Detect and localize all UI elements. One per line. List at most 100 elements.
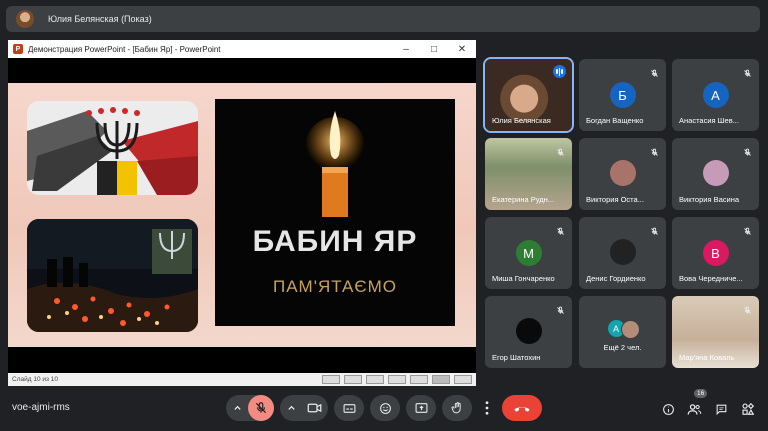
participant-tile[interactable]: Виктория Васина <box>672 138 759 210</box>
more-vert-icon <box>485 401 489 415</box>
camera-button[interactable] <box>301 402 327 414</box>
participant-name: Ещё 2 чел. <box>603 343 642 352</box>
avatar: В <box>702 240 729 266</box>
avatar: Б <box>609 82 636 108</box>
chat-icon <box>716 404 726 415</box>
chat-button[interactable] <box>710 398 732 420</box>
slideshow-icon[interactable] <box>454 375 472 384</box>
memorial-night-image <box>27 219 198 332</box>
info-icon <box>662 403 674 415</box>
raise-hand-button[interactable] <box>442 395 472 421</box>
present-icon <box>415 403 427 413</box>
meeting-info-button[interactable] <box>657 398 679 420</box>
sorter-view-icon[interactable] <box>410 375 428 384</box>
slide-counter: Слайд 10 из 10 <box>12 376 59 383</box>
end-call-icon <box>514 407 530 412</box>
mic-off-icon <box>556 302 565 314</box>
avatar <box>515 318 542 344</box>
close-icon[interactable]: ✕ <box>448 44 476 55</box>
participant-count-badge: 16 <box>694 389 708 398</box>
mic-off-button[interactable] <box>248 395 274 421</box>
participant-tile[interactable]: Юлия Белянская <box>483 57 574 133</box>
zoom-icon[interactable] <box>366 375 384 384</box>
participant-tile[interactable]: А Анастасия Шев... <box>672 59 759 131</box>
mic-off-icon <box>650 144 659 156</box>
speaking-indicator-icon <box>553 65 566 78</box>
powerpoint-icon: P <box>13 44 23 54</box>
participant-name: Вова Чередниче... <box>679 274 743 283</box>
participant-name: Виктория Васина <box>679 195 740 204</box>
participant-name: Виктория Оста... <box>586 195 644 204</box>
participant-name: Егор Шатохин <box>492 353 541 362</box>
leave-call-button[interactable] <box>502 395 542 421</box>
activities-icon <box>742 402 755 415</box>
mic-off-icon <box>650 223 659 235</box>
participant-tile[interactable]: Виктория Оста... <box>579 138 666 210</box>
participant-name: Денис Гордиенко <box>586 274 646 283</box>
avatar-group: А <box>607 320 640 339</box>
captions-button[interactable] <box>334 395 364 421</box>
present-button[interactable] <box>406 395 436 421</box>
emoji-button[interactable] <box>370 395 400 421</box>
slide-title: БАБИН ЯР <box>252 225 418 258</box>
reading-view-icon[interactable] <box>432 375 450 384</box>
chevron-up-icon[interactable] <box>226 395 248 421</box>
powerpoint-statusbar: Слайд 10 из 10 <box>8 373 476 386</box>
camera-icon <box>307 403 321 413</box>
mic-off-icon <box>556 223 565 235</box>
participant-name: Богдан Ващенко <box>586 116 644 125</box>
mic-off-icon <box>255 402 267 414</box>
presenter-avatar <box>16 10 34 28</box>
camera-control[interactable] <box>280 395 328 421</box>
mic-off-icon <box>743 302 752 314</box>
slide-viewport: БАБИН ЯР ПАМ'ЯТАЄМО <box>8 58 476 373</box>
participant-name: Миша Гончаренко <box>492 274 555 283</box>
hand-icon <box>451 402 461 414</box>
participant-tile[interactable]: М Миша Гончаренко <box>485 217 572 289</box>
mic-off-icon <box>743 65 752 77</box>
people-icon <box>687 403 701 415</box>
mic-off-icon <box>556 144 565 156</box>
mic-off-icon <box>743 223 752 235</box>
avatar: М <box>515 240 542 266</box>
mic-off-icon <box>743 144 752 156</box>
activities-button[interactable] <box>737 398 759 420</box>
participant-name: Анастасия Шев... <box>679 116 739 125</box>
avatar: А <box>702 82 729 108</box>
participant-tile[interactable]: Екатерина Рудн... <box>485 138 572 210</box>
more-options-button[interactable] <box>478 395 496 421</box>
normal-view-icon[interactable] <box>388 375 406 384</box>
participant-tile[interactable]: А Ещё 2 чел. <box>579 296 666 368</box>
meeting-code: voe-ajmi-rms <box>12 402 70 413</box>
participant-tile[interactable]: Б Богдан Ващенко <box>579 59 666 131</box>
avatar <box>609 160 636 186</box>
avatar <box>609 239 636 265</box>
avatar <box>702 160 729 186</box>
emoji-icon <box>379 402 391 414</box>
slide-subtitle: ПАМ'ЯТАЄМО <box>272 277 397 296</box>
maximize-icon[interactable]: □ <box>420 44 448 55</box>
people-button[interactable]: 16 <box>683 389 708 420</box>
window-title: Демонстрация PowerPoint - [Бабин Яр] - P… <box>28 44 221 54</box>
participant-tile[interactable]: Мар'яна Коваль <box>672 296 759 368</box>
candle-poster: БАБИН ЯР ПАМ'ЯТАЄМО <box>215 99 455 326</box>
menorah-hands-image <box>27 101 198 195</box>
captions-icon <box>343 403 355 413</box>
slide: БАБИН ЯР ПАМ'ЯТАЄМО <box>8 83 476 347</box>
prev-slide-icon[interactable] <box>322 375 340 384</box>
next-slide-icon[interactable] <box>344 375 362 384</box>
chevron-up-icon[interactable] <box>281 404 301 413</box>
avatar <box>620 320 640 339</box>
participant-name: Мар'яна Коваль <box>679 353 735 362</box>
participant-tile[interactable]: Егор Шатохин <box>485 296 572 368</box>
presenter-label: Юлия Белянская (Показ) <box>48 14 152 24</box>
minimize-icon[interactable]: – <box>392 44 420 55</box>
mic-control[interactable] <box>226 395 274 421</box>
participant-tile[interactable]: Денис Гордиенко <box>579 217 666 289</box>
participant-name: Юлия Белянская <box>492 116 551 125</box>
presenter-bar: Юлия Белянская (Показ) <box>6 6 760 32</box>
participant-tile[interactable]: В Вова Чередниче... <box>672 217 759 289</box>
participant-name: Екатерина Рудн... <box>492 195 555 204</box>
mic-off-icon <box>650 65 659 77</box>
powerpoint-titlebar: P Демонстрация PowerPoint - [Бабин Яр] -… <box>8 40 476 58</box>
